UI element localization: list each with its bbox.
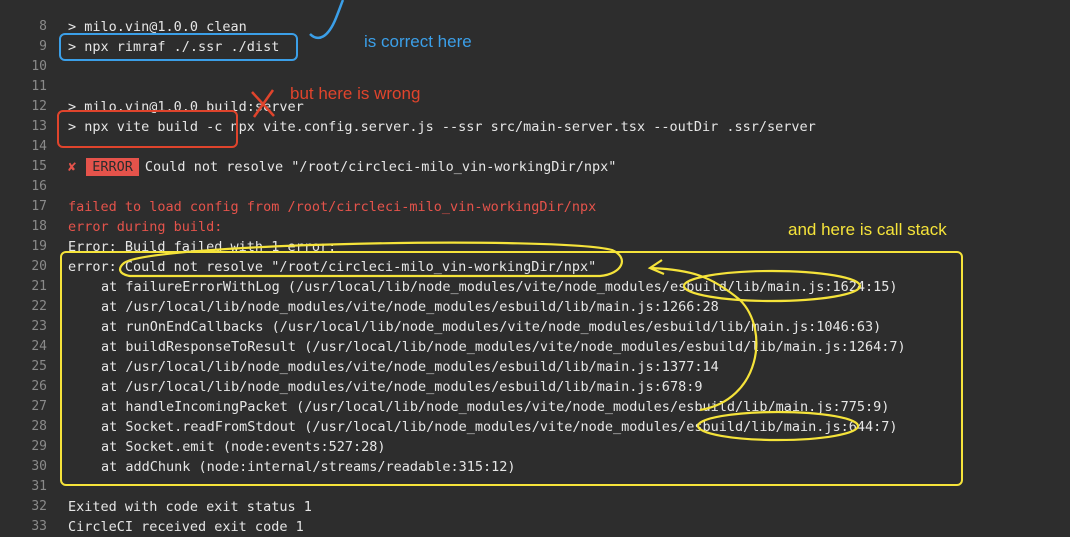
line-number: 9 <box>39 39 47 54</box>
line-text: Exited with code exit status 1 <box>68 499 312 515</box>
line-number: 12 <box>31 99 47 114</box>
line-number: 32 <box>31 499 47 514</box>
line-number: 19 <box>31 239 47 254</box>
annotation-correct: is correct here <box>364 32 472 51</box>
terminal-line: 15 ✘ ERROR Could not resolve "/root/circle… <box>0 157 1070 177</box>
error-message: Could not resolve "/root/circleci-milo_v… <box>144 159 617 175</box>
line-number: 21 <box>31 279 47 294</box>
line-number: 8 <box>39 19 47 34</box>
terminal-line: 32 Exited with code exit status 1 <box>0 497 1070 517</box>
line-number: 16 <box>31 179 47 194</box>
error-summary: ✘ ERROR Could not resolve "/root/circleci… <box>68 157 616 177</box>
error-x-icon: ✘ <box>68 159 77 175</box>
line-number: 29 <box>31 439 47 454</box>
line-number: 10 <box>31 59 47 74</box>
line-number: 13 <box>31 119 47 134</box>
blue-highlight-box <box>59 33 298 61</box>
line-number: 11 <box>31 79 47 94</box>
line-number: 15 <box>31 159 47 174</box>
line-number: 14 <box>31 139 47 154</box>
line-number: 17 <box>31 199 47 214</box>
line-text: CircleCI received exit code 1 <box>68 519 304 535</box>
red-highlight-box <box>57 110 238 148</box>
line-text: error during build: <box>68 219 223 235</box>
line-number: 27 <box>31 399 47 414</box>
line-number: 31 <box>31 479 47 494</box>
error-badge: ERROR <box>86 158 139 176</box>
line-text: failed to load config from /root/circlec… <box>68 199 597 215</box>
line-number: 24 <box>31 339 47 354</box>
yellow-stack-box <box>60 251 963 486</box>
terminal-line: 16 <box>0 177 1070 197</box>
line-number: 28 <box>31 419 47 434</box>
line-number: 18 <box>31 219 47 234</box>
annotation-call-stack: and here is call stack <box>788 220 947 239</box>
line-number: 20 <box>31 259 47 274</box>
annotation-wrong: but here is wrong <box>290 84 421 103</box>
terminal-line: 11 <box>0 77 1070 97</box>
terminal-line: 33 CircleCI received exit code 1 <box>0 517 1070 537</box>
line-number: 25 <box>31 359 47 374</box>
line-number: 30 <box>31 459 47 474</box>
line-number: 33 <box>31 519 47 534</box>
line-number: 26 <box>31 379 47 394</box>
line-number: 22 <box>31 299 47 314</box>
terminal-line: 17 failed to load config from /root/circl… <box>0 197 1070 217</box>
line-number: 23 <box>31 319 47 334</box>
